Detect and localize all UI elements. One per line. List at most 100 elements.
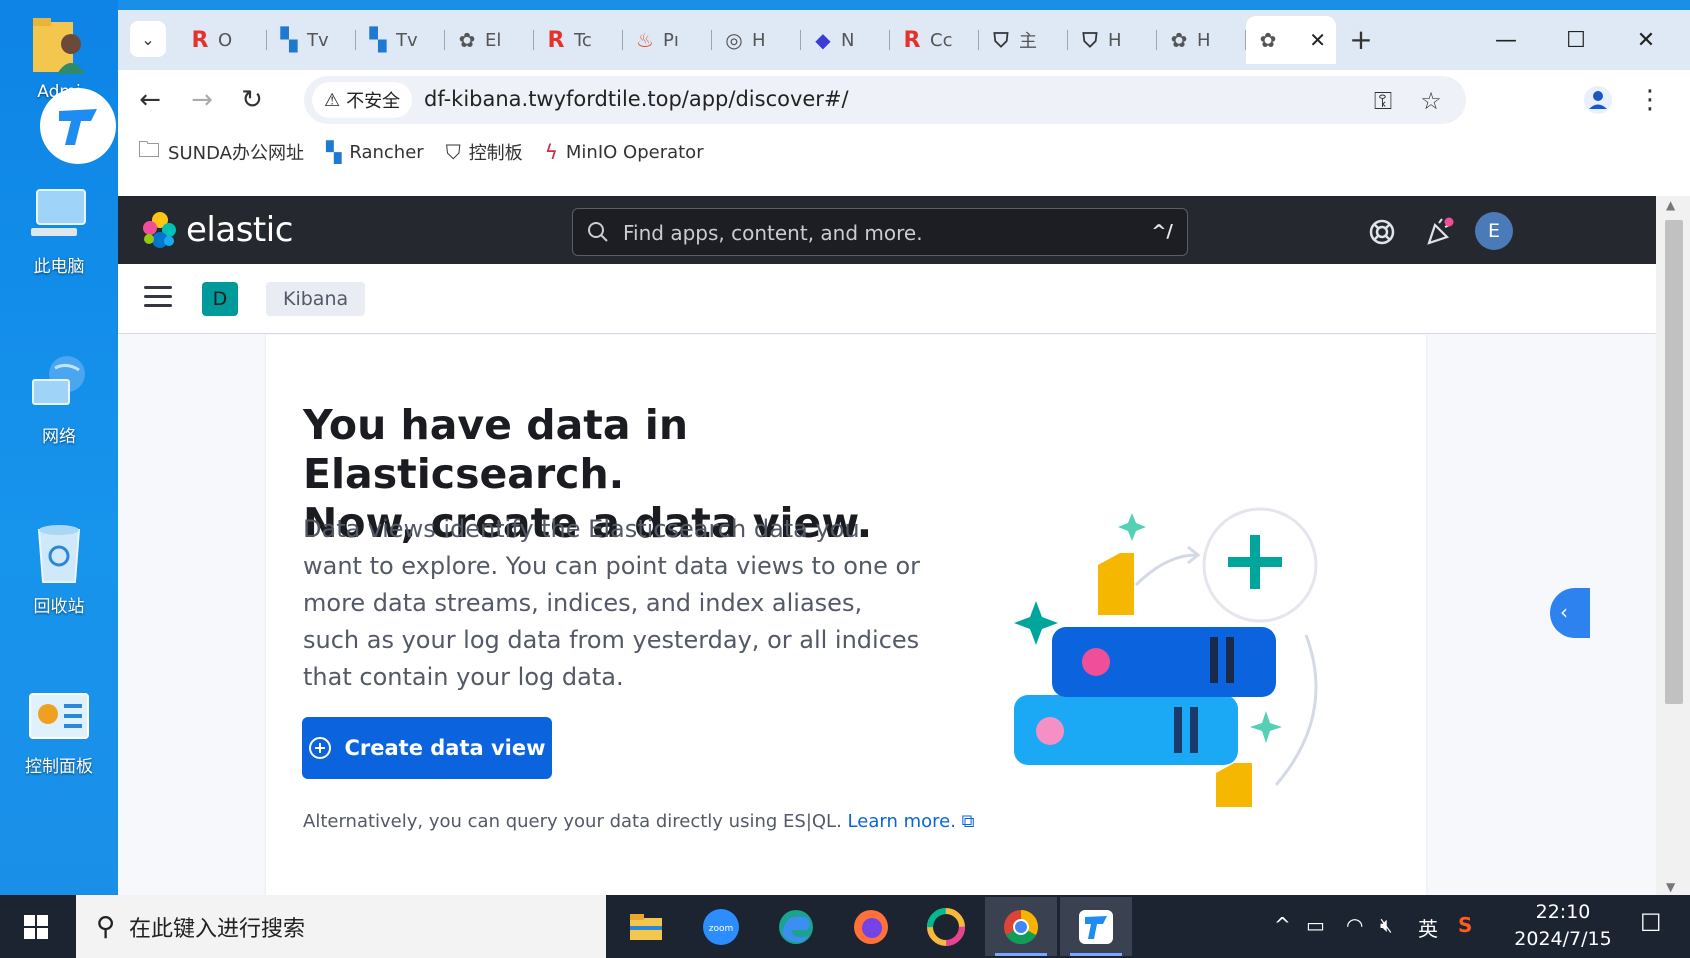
tab[interactable]: ▚ Tv	[356, 16, 445, 64]
bookmark-label: SUNDA办公网址	[168, 143, 304, 164]
tab[interactable]: ✿ El	[445, 16, 534, 64]
bookmark-star-icon[interactable]: ☆	[1414, 84, 1448, 118]
rancher-cow-icon: ▚	[325, 140, 342, 164]
volume-muted-icon[interactable]: 🔇︎	[1380, 913, 1393, 937]
tab[interactable]: ✿ H	[1157, 16, 1246, 64]
news-feed-button[interactable]	[1420, 212, 1460, 252]
user-avatar[interactable]: E	[1475, 212, 1513, 250]
space-selector[interactable]: D	[202, 282, 238, 316]
desktop: Admi 此电脑 网络 回收站 控制	[0, 0, 118, 895]
minio-icon: ϟ	[544, 140, 558, 164]
clock-time: 22:10	[1535, 901, 1591, 923]
wifi-icon[interactable]: ◠	[1346, 913, 1363, 937]
sogou-ime-icon[interactable]: S	[1458, 913, 1472, 937]
scrollbar-thumb[interactable]	[1665, 220, 1683, 704]
desktop-icon-label: 回收站	[33, 597, 85, 617]
hamburger-menu-icon[interactable]	[144, 286, 172, 313]
bookmark-control-board[interactable]: ⛉ 控制板	[446, 139, 523, 165]
rancher-cow-icon: ▚	[369, 27, 387, 53]
global-search-input[interactable]: Find apps, content, and more. ^/	[572, 208, 1188, 256]
ime-indicator[interactable]: 英	[1418, 913, 1438, 942]
breadcrumb[interactable]: Kibana	[266, 282, 366, 316]
tab[interactable]: R Cc	[890, 16, 979, 64]
tabs: RO ▚ Tv ▚ Tv ✿ El R Tc ♨ Pı ◎ H ◆ N R Cc ⛉ 主 ⛉ H ✿…	[178, 16, 1336, 64]
tray-chevron-up-icon[interactable]: ^	[1274, 913, 1291, 937]
start-button[interactable]	[18, 909, 54, 949]
desktop-icon-network[interactable]: 网络	[4, 352, 114, 447]
shield-icon: ⛉	[445, 140, 461, 164]
plus-circle-icon	[309, 737, 332, 759]
forward-button[interactable]: →	[182, 80, 222, 120]
scroll-down-icon[interactable]: ▼	[1666, 880, 1675, 894]
profile-button[interactable]	[1578, 80, 1618, 120]
zoom-icon: zoom	[703, 908, 739, 945]
elastic-logo[interactable]: elastic	[140, 210, 293, 250]
reload-button[interactable]: ↻	[232, 80, 272, 120]
taskbar-zoom[interactable]: zoom	[685, 897, 757, 956]
elastic-logo-icon	[143, 212, 176, 248]
windows-logo-icon	[24, 915, 48, 939]
taskbar-firefox[interactable]	[835, 897, 907, 956]
back-arrow-icon: ←	[139, 85, 161, 115]
tab[interactable]: ▚ Tv	[267, 16, 356, 64]
taskbar-search-input[interactable]: ⚲ 在此键入进行搜索	[76, 895, 606, 958]
url-text[interactable]: df-kibana.twyfordtile.top/app/discover#/	[424, 87, 849, 111]
notification-icon[interactable]: ☐	[1640, 909, 1662, 937]
headline-line-1: You have data in Elasticsearch.	[303, 401, 689, 498]
tab-active[interactable]: ✿ ✕	[1246, 16, 1336, 64]
back-button[interactable]: ←	[130, 80, 170, 120]
rancher-cow-icon: ▚	[280, 27, 298, 53]
bookmark-label: 控制板	[468, 143, 523, 164]
desktop-icon-computer[interactable]: 此电脑	[4, 186, 114, 277]
browser-menu-button[interactable]: ⋮	[1630, 80, 1670, 120]
new-tab-button[interactable]: +	[1344, 22, 1378, 56]
learn-more-link[interactable]: Learn more.	[848, 811, 956, 832]
maximize-button[interactable]: ☐	[1546, 20, 1606, 60]
search-placeholder: Find apps, content, and more.	[623, 221, 923, 245]
tab-search-button[interactable]: ⌄	[130, 21, 166, 57]
page-scrollbar[interactable]: ▲ ▼	[1656, 196, 1690, 895]
taskbar-search-placeholder: 在此键入进行搜索	[129, 916, 306, 942]
desktop-icon-recycle-bin[interactable]: 回收站	[4, 520, 114, 617]
tab[interactable]: ♨ Pı	[623, 16, 712, 64]
taskbar-file-explorer[interactable]	[610, 897, 682, 956]
tab[interactable]: ◎ H	[712, 16, 801, 64]
rancher-r-icon: R	[903, 27, 921, 53]
help-menu-button[interactable]	[1362, 212, 1402, 252]
tab[interactable]: ◆ N	[801, 16, 890, 64]
bookmark-minio[interactable]: ϟ MinIO Operator	[545, 140, 704, 164]
photos-icon	[927, 907, 965, 946]
scroll-up-icon[interactable]: ▲	[1666, 198, 1675, 212]
taskbar-photos[interactable]	[910, 897, 982, 956]
taskbar: ⚲ 在此键入进行搜索 zoom ^ ▭ ◠ 🔇︎ 英 S 22:10 2024/…	[0, 895, 1690, 958]
battery-icon[interactable]: ▭	[1306, 913, 1325, 937]
create-data-view-button[interactable]: Create data view	[302, 717, 552, 779]
desktop-icon-control-panel[interactable]: 控制面板	[4, 690, 114, 777]
desktop-icon-admin[interactable]: Admi	[4, 14, 114, 102]
bookmark-label: Rancher	[349, 141, 424, 163]
password-key-icon[interactable]: ⚿	[1366, 84, 1400, 118]
taskbar-todesk[interactable]	[1060, 897, 1132, 956]
clock[interactable]: 22:10 2024/7/15	[1508, 899, 1618, 953]
taskbar-chrome[interactable]	[985, 897, 1057, 956]
rancher-r-icon: R	[547, 27, 565, 53]
bookmarks-bar: 🗀 SUNDA办公网址 ▚ Rancher ⛉ 控制板 ϟ MinIO Operator	[118, 128, 1690, 176]
tab[interactable]: R Tc	[534, 16, 623, 64]
bookmark-rancher[interactable]: ▚ Rancher	[326, 140, 424, 164]
chrome-icon	[1004, 909, 1038, 944]
tab[interactable]: ⛉ H	[1068, 16, 1157, 64]
close-tab-icon[interactable]: ✕	[1309, 28, 1326, 52]
close-window-button[interactable]: ✕	[1616, 20, 1676, 60]
address-bar[interactable]: ⚠ 不安全 df-kibana.twyfordtile.top/app/disc…	[304, 76, 1466, 124]
bookmark-sunda[interactable]: 🗀 SUNDA办公网址	[138, 133, 304, 171]
minimize-button[interactable]: —	[1476, 20, 1536, 60]
recycle-bin-icon	[37, 525, 81, 583]
security-chip[interactable]: ⚠ 不安全	[312, 82, 413, 118]
tab[interactable]: ⛉ 主	[979, 16, 1068, 64]
taskbar-edge[interactable]	[760, 897, 832, 956]
tab[interactable]: RO	[178, 16, 267, 64]
desktop-icon-label: 网络	[42, 427, 76, 447]
kibana-subheader: D Kibana	[118, 264, 1656, 334]
todesk-floating-icon[interactable]	[40, 88, 116, 164]
browser-toolbar: ← → ↻ ⚠ 不安全 df-kibana.twyfordtile.top/ap…	[118, 70, 1690, 128]
